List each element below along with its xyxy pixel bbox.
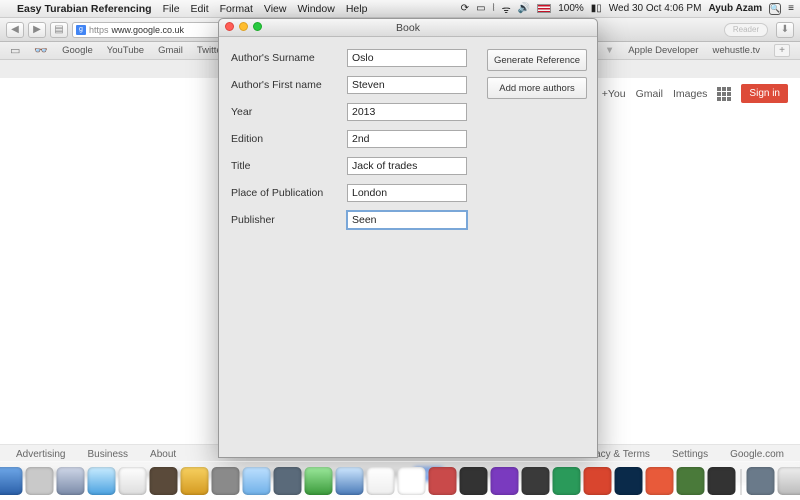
footer-advertising[interactable]: Advertising (16, 449, 65, 460)
dock-app-icon-6[interactable] (553, 467, 581, 495)
menu-file[interactable]: File (163, 3, 180, 15)
menu-window[interactable]: Window (297, 3, 334, 15)
gmail-link[interactable]: Gmail (636, 88, 663, 100)
dock-trash-icon[interactable] (778, 467, 800, 495)
footer-google-com[interactable]: Google.com (730, 449, 784, 460)
add-bookmark-button[interactable]: + (774, 44, 790, 57)
edition-input[interactable] (347, 130, 467, 148)
edition-label: Edition (231, 133, 347, 145)
display-icon[interactable]: ▭ (476, 3, 485, 14)
menu-view[interactable]: View (264, 3, 287, 15)
menu-help[interactable]: Help (346, 3, 368, 15)
battery-text[interactable]: 100% (558, 3, 584, 14)
year-input[interactable] (347, 103, 467, 121)
sync-icon[interactable]: ⟳ (461, 3, 469, 14)
dock-calendar-icon[interactable] (398, 467, 426, 495)
place-label: Place of Publication (231, 187, 347, 199)
google-header: +You Gmail Images Sign in (602, 84, 788, 103)
surname-label: Author's Surname (231, 52, 347, 64)
notification-center-icon[interactable]: ≡ (788, 3, 794, 14)
dock-terminal-icon[interactable] (460, 467, 488, 495)
dock-facetime-icon[interactable] (274, 467, 302, 495)
dock-app-icon-10[interactable] (708, 467, 736, 495)
google-favicon-icon: g (76, 25, 86, 35)
bookmarks-icon[interactable]: ▭ (10, 44, 20, 57)
dock-app-icon-8[interactable] (646, 467, 674, 495)
apps-grid-icon[interactable] (717, 87, 731, 101)
publisher-label: Publisher (231, 214, 347, 226)
year-label: Year (231, 106, 347, 118)
reading-list-icon[interactable]: 👓 (34, 44, 48, 57)
bookmark-apple-dev[interactable]: Apple Developer (628, 45, 698, 56)
bookmark-youtube[interactable]: YouTube (107, 45, 144, 56)
dock-skype-icon[interactable] (367, 467, 395, 495)
dock-downloads-icon[interactable] (747, 467, 775, 495)
dock-finder-icon[interactable] (0, 467, 23, 495)
dock-notes-icon[interactable] (181, 467, 209, 495)
wifi-icon[interactable]: ᯤ (502, 2, 511, 16)
back-button[interactable]: ◀ (6, 22, 24, 38)
download-button[interactable]: ⬇ (776, 22, 794, 38)
dock-safari-icon[interactable] (88, 467, 116, 495)
dock-separator (741, 469, 742, 495)
reader-button[interactable]: Reader (724, 23, 768, 37)
bookmark-gmail[interactable]: Gmail (158, 45, 183, 56)
add-more-authors-button[interactable]: Add more authors (487, 77, 587, 99)
https-label: https (89, 25, 109, 35)
divider-icon: ⦚ (493, 3, 495, 14)
mac-menubar: Easy Turabian Referencing File Edit Form… (0, 0, 800, 18)
dock-messages-icon[interactable] (243, 467, 271, 495)
firstname-label: Author's First name (231, 79, 347, 91)
clock[interactable]: Wed 30 Oct 4:06 PM (609, 3, 702, 14)
window-title: Book (396, 22, 420, 34)
dock-app-icon-2[interactable] (305, 467, 333, 495)
bookmark-google[interactable]: Google (62, 45, 93, 56)
publisher-input[interactable] (347, 211, 467, 229)
dock-appstore-icon[interactable] (336, 467, 364, 495)
flag-uk-icon[interactable] (537, 4, 551, 13)
plus-you-link[interactable]: +You (602, 88, 626, 100)
firstname-input[interactable] (347, 76, 467, 94)
images-link[interactable]: Images (673, 88, 707, 100)
user-name[interactable]: Ayub Azam (708, 3, 762, 14)
dock-contacts-icon[interactable] (150, 467, 178, 495)
dock-app-icon-9[interactable] (677, 467, 705, 495)
dock-ical-icon[interactable] (119, 467, 147, 495)
footer-settings[interactable]: Settings (672, 449, 708, 460)
traffic-lights (225, 22, 262, 31)
menu-format[interactable]: Format (220, 3, 253, 15)
dock-photoshop-icon[interactable] (615, 467, 643, 495)
window-titlebar[interactable]: Book (219, 19, 597, 37)
minimize-window-button[interactable] (239, 22, 248, 31)
sign-in-button[interactable]: Sign in (741, 84, 788, 103)
place-input[interactable] (347, 184, 467, 202)
bookmarks-button[interactable]: ▤ (50, 22, 68, 38)
dock-app-icon-5[interactable] (522, 467, 550, 495)
title-label: Title (231, 160, 347, 172)
spotlight-icon[interactable]: 🔍 (769, 3, 781, 15)
volume-icon[interactable]: 🔊 (518, 3, 530, 14)
book-reference-window: Book Generate Reference Add more authors… (218, 18, 598, 458)
bookmark-wehustle[interactable]: wehustle.tv (712, 45, 760, 56)
dock-mail-icon[interactable] (57, 467, 85, 495)
dock-app-icon-3[interactable] (429, 467, 457, 495)
generate-reference-button[interactable]: Generate Reference (487, 49, 587, 71)
surname-input[interactable] (347, 49, 467, 67)
title-input[interactable] (347, 157, 467, 175)
dock-app-icon-4[interactable] (491, 467, 519, 495)
menubar-status: ⟳ ▭ ⦚ ᯤ 🔊 100% ▮▯ Wed 30 Oct 4:06 PM Ayu… (461, 2, 794, 16)
zoom-window-button[interactable] (253, 22, 262, 31)
footer-about[interactable]: About (150, 449, 176, 460)
dock-app-icon[interactable] (26, 467, 54, 495)
dock-preview-icon[interactable] (212, 467, 240, 495)
close-window-button[interactable] (225, 22, 234, 31)
url-text: www.google.co.uk (112, 25, 185, 35)
dock (0, 461, 800, 499)
forward-button[interactable]: ▶ (28, 22, 46, 38)
footer-business[interactable]: Business (87, 449, 128, 460)
app-name[interactable]: Easy Turabian Referencing (17, 3, 152, 15)
menu-edit[interactable]: Edit (191, 3, 209, 15)
battery-icon[interactable]: ▮▯ (591, 3, 602, 14)
dock-app-icon-7[interactable] (584, 467, 612, 495)
